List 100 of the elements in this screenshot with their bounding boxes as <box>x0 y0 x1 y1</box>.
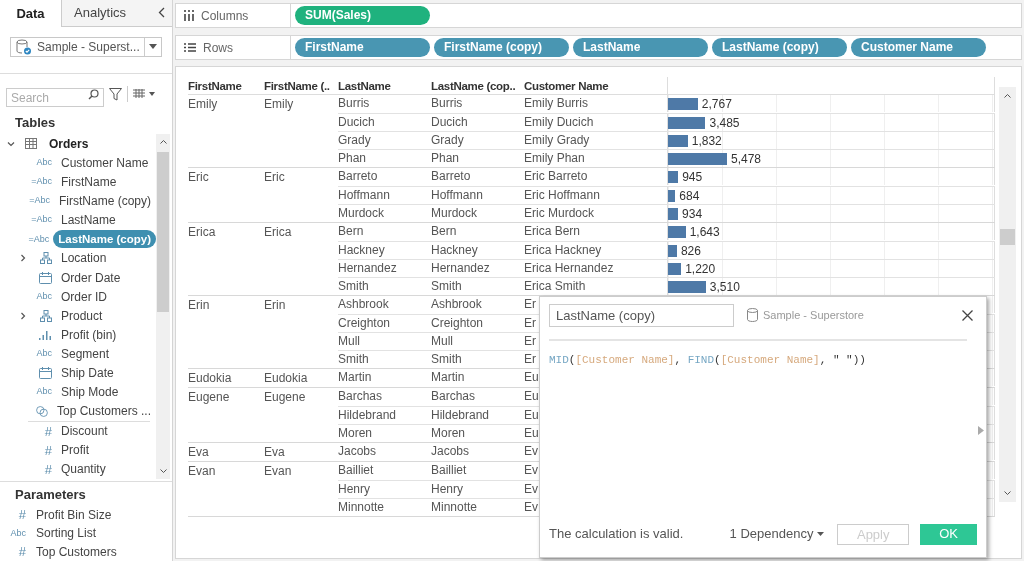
table-cell: Emily Phan <box>524 150 585 167</box>
field-item[interactable]: Orders <box>44 134 94 153</box>
table-cell: Jacobs <box>338 443 377 460</box>
table-cell: Bailliet <box>431 462 467 479</box>
table-cell: Smith <box>338 351 369 368</box>
table-cell: Moren <box>338 425 372 442</box>
scrollbar-thumb[interactable] <box>157 152 169 313</box>
column-header: Customer Name <box>524 79 610 94</box>
field-item[interactable]: Order Date <box>56 268 126 287</box>
table-cell-text: Evan <box>188 463 217 480</box>
shelf[interactable]: Columns SUM(Sales) <box>175 3 1022 28</box>
table-cell: Henry <box>338 481 370 498</box>
table-cell: Hildebrand <box>431 407 490 424</box>
table-cell: Ducich <box>431 114 468 131</box>
field-item[interactable]: Ship Mode <box>56 383 124 402</box>
field-item[interactable]: Top Customers ... <box>51 402 156 421</box>
chevron-right-icon[interactable] <box>19 254 27 263</box>
list-view-icon[interactable] <box>133 89 155 100</box>
table-cell: Jacobs <box>431 443 470 460</box>
table-cell-text: Eva <box>264 444 286 461</box>
field-item[interactable]: Ship Date <box>56 364 119 382</box>
field-item[interactable]: LastName (copy) <box>53 230 156 249</box>
table-cell-text: Erica <box>188 224 217 241</box>
bar-value-label: 1,643 <box>689 224 720 239</box>
scroll-down-icon[interactable] <box>159 469 167 473</box>
table-cell: Er <box>524 296 536 313</box>
text-type-icon: =Abc <box>29 194 54 208</box>
table-cell: Er <box>524 351 536 368</box>
panel-tab[interactable]: Analytics <box>62 0 150 27</box>
field-item[interactable]: LastName <box>56 211 121 230</box>
table-cell: Erica Hackney <box>524 242 602 259</box>
field-item[interactable]: Location <box>56 249 112 268</box>
table-cell: Martin <box>431 369 465 386</box>
scrollbar[interactable] <box>156 134 170 479</box>
calculation-name-field[interactable]: LastName (copy) <box>549 303 734 327</box>
field-item[interactable]: Product <box>56 306 108 325</box>
table-cell: Smith <box>338 278 369 295</box>
section-heading: Tables <box>15 113 57 132</box>
datasource-dropdown[interactable]: Sample - Superst... <box>10 36 162 57</box>
table-cell: Eric Murdock <box>524 205 594 222</box>
scroll-up-icon[interactable] <box>159 140 167 145</box>
table-icon <box>25 138 37 150</box>
field-item[interactable]: Customer Name <box>56 153 154 172</box>
number-type-icon: # <box>4 542 30 561</box>
datasource-name: Sample - Superstore <box>763 307 865 323</box>
bar-value-label: 5,478 <box>731 151 762 166</box>
field-item[interactable]: Discount <box>56 422 113 441</box>
bar-value-label: 3,485 <box>709 115 740 130</box>
table-cell: Hoffmann <box>431 187 483 204</box>
filter-icon[interactable] <box>109 87 122 101</box>
table-cell: Eu <box>524 425 539 442</box>
field-item[interactable]: Profit <box>56 441 94 460</box>
bar-value-label: 2,767 <box>701 96 732 111</box>
close-icon[interactable] <box>962 309 973 321</box>
table-cell-text: Eugene <box>264 389 307 406</box>
field-item[interactable]: FirstName (copy) <box>54 192 156 211</box>
field-item[interactable]: Profit (bin) <box>56 325 122 344</box>
column-header: LastName (cop.. <box>431 79 517 94</box>
field-item[interactable]: Order ID <box>56 287 112 306</box>
overlapping-circles-icon <box>36 404 48 418</box>
table-cell-text: Eric <box>264 169 286 186</box>
collapse-icon[interactable] <box>157 7 165 19</box>
scrollbar-thumb[interactable] <box>1000 229 1015 245</box>
database-icon <box>747 308 758 322</box>
database-check-icon <box>16 38 32 55</box>
table-cell: Barreto <box>431 168 471 185</box>
formula-text[interactable]: MID([Customer Name], FIND([Customer Name], " ")) <box>549 352 977 369</box>
table-cell-text: Emily <box>264 96 295 113</box>
scroll-up-icon[interactable] <box>1004 94 1011 98</box>
search-field[interactable]: Search <box>6 88 104 108</box>
table-cell: Mull <box>431 333 453 350</box>
table-cell: Murdock <box>338 205 384 222</box>
field-item[interactable]: FirstName <box>56 173 122 192</box>
table-cell: Ashbrook <box>431 296 482 313</box>
field-item[interactable]: Segment <box>56 344 115 363</box>
scrollbar[interactable] <box>999 87 1016 502</box>
table-cell: Bailliet <box>338 462 374 479</box>
number-type-icon: # <box>30 459 56 479</box>
table-cell: Burris <box>431 95 463 112</box>
table-cell: Emily Ducich <box>524 114 594 131</box>
bar-value-label: 684 <box>679 188 700 203</box>
column-header: FirstName <box>188 79 243 94</box>
columns-icon <box>184 10 194 21</box>
dependency-dropdown[interactable]: 1 Dependency <box>729 524 825 544</box>
parameter-item[interactable]: Top Customers <box>30 542 123 561</box>
caret-down-icon[interactable] <box>149 44 157 50</box>
table-cell: Ev <box>524 481 538 498</box>
table-cell: Erica Bern <box>524 223 581 240</box>
table-cell: Er <box>524 333 536 350</box>
parameter-item[interactable]: Profit Bin Size <box>30 505 118 524</box>
parameter-item[interactable]: Sorting List <box>30 524 103 543</box>
section-heading: Parameters <box>15 486 87 504</box>
chevron-right-icon[interactable] <box>19 311 27 320</box>
field-item[interactable]: Quantity <box>56 460 111 479</box>
chevron-down-icon[interactable] <box>7 139 15 148</box>
table-cell: Barreto <box>338 168 378 185</box>
shelf-label: Columns <box>201 7 249 25</box>
table-cell: Barchas <box>431 388 476 405</box>
scroll-down-icon[interactable] <box>1004 491 1011 495</box>
table-cell: Emily Grady <box>524 132 590 149</box>
